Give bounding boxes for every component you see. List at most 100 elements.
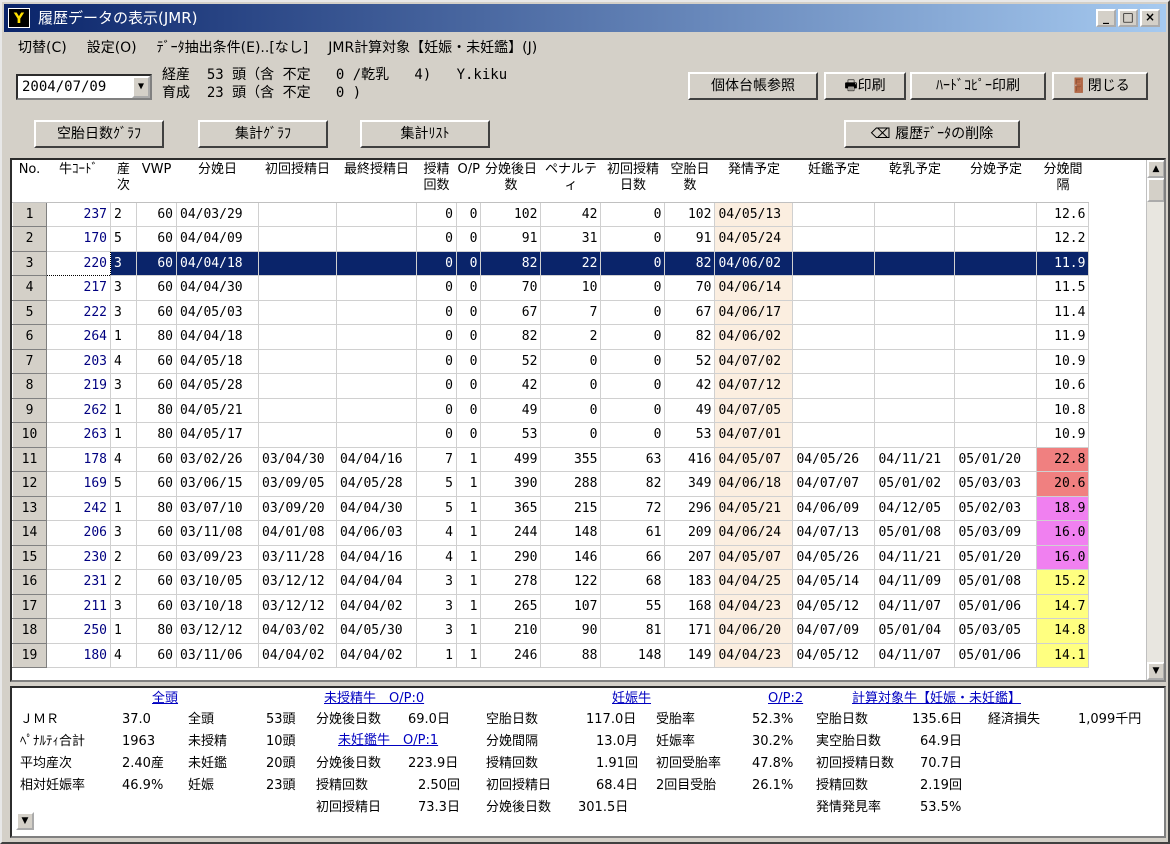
table-cell[interactable]: 0 <box>416 349 457 374</box>
table-row[interactable]: 7 203 4 60 04/05/18 0 0 52 0 0 52 04/07/02 10.9 <box>12 348 1090 374</box>
app-icon[interactable]: Y <box>8 8 30 28</box>
table-cell[interactable]: 82 <box>664 324 716 350</box>
table-cell[interactable] <box>792 398 876 423</box>
table-cell[interactable] <box>258 275 337 301</box>
table-cell[interactable] <box>954 324 1038 350</box>
row-number[interactable]: 14 <box>12 520 47 546</box>
column-header[interactable]: 牛ｺｰﾄﾞ <box>46 160 111 203</box>
column-header[interactable]: 産次 <box>110 160 137 203</box>
table-cell[interactable] <box>258 251 337 276</box>
table-cell[interactable]: 05/02/03 <box>954 496 1038 521</box>
table-cell[interactable] <box>874 300 956 325</box>
cow-code-cell[interactable]: 206 <box>46 520 111 546</box>
table-cell[interactable] <box>874 398 956 423</box>
table-cell[interactable]: 102 <box>480 202 542 227</box>
table-cell[interactable]: 246 <box>480 643 542 668</box>
table-cell[interactable]: 2 <box>110 202 137 227</box>
table-cell[interactable]: 148 <box>600 643 666 668</box>
row-number[interactable]: 6 <box>12 324 47 350</box>
table-cell[interactable]: 04/04/04 <box>336 569 417 595</box>
table-cell[interactable]: 10.6 <box>1036 373 1090 399</box>
row-number[interactable]: 3 <box>12 250 47 276</box>
table-cell[interactable]: 04/05/18 <box>176 349 259 374</box>
table-cell[interactable]: 1 <box>110 324 137 350</box>
table-row[interactable]: 10 263 1 80 04/05/17 0 0 53 0 0 53 04/07/01 10.9 <box>12 422 1090 448</box>
table-cell[interactable] <box>954 202 1038 227</box>
table-cell[interactable]: 14.1 <box>1036 643 1090 668</box>
table-cell[interactable]: 04/05/03 <box>176 300 259 325</box>
table-cell[interactable]: 80 <box>136 422 177 448</box>
table-cell[interactable]: 04/07/12 <box>714 373 794 399</box>
table-cell[interactable]: 0 <box>600 300 666 325</box>
total-list-button[interactable]: 集計ﾘｽﾄ <box>360 120 490 148</box>
table-cell[interactable] <box>336 251 417 276</box>
table-cell[interactable]: 0 <box>456 398 482 423</box>
table-cell[interactable] <box>954 275 1038 301</box>
cow-code-cell[interactable]: 220 <box>46 250 111 276</box>
table-cell[interactable] <box>874 422 956 448</box>
table-cell[interactable]: 04/06/02 <box>714 251 794 276</box>
table-cell[interactable] <box>954 349 1038 374</box>
table-cell[interactable]: 05/01/06 <box>954 643 1038 668</box>
table-cell[interactable]: 0 <box>540 398 602 423</box>
table-cell[interactable]: 72 <box>600 496 666 521</box>
hardcopy-print-button[interactable]: ﾊｰﾄﾞｺﾋﾟｰ印刷 <box>910 72 1046 100</box>
table-cell[interactable]: 209 <box>664 520 716 546</box>
table-cell[interactable]: 31 <box>540 226 602 252</box>
row-number[interactable]: 13 <box>12 495 47 521</box>
table-cell[interactable]: 04/05/28 <box>176 373 259 399</box>
table-cell[interactable]: 04/04/30 <box>176 275 259 301</box>
table-cell[interactable]: 0 <box>600 226 666 252</box>
table-cell[interactable]: 04/03/02 <box>258 618 337 644</box>
menu-settings[interactable]: 設定(O) <box>87 36 137 60</box>
cow-code-cell[interactable]: 250 <box>46 618 111 644</box>
table-cell[interactable]: 70 <box>664 275 716 301</box>
table-cell[interactable]: 04/06/17 <box>714 300 794 325</box>
table-cell[interactable]: 05/01/06 <box>954 594 1038 619</box>
table-cell[interactable] <box>336 349 417 374</box>
table-cell[interactable]: 55 <box>600 594 666 619</box>
table-cell[interactable] <box>874 349 956 374</box>
table-row[interactable]: 14 206 3 60 03/11/08 04/01/08 04/06/03 4 1 244 148… <box>12 520 1090 546</box>
table-row[interactable]: 12 169 5 60 03/06/15 03/09/05 04/05/28 5 1 390 288… <box>12 471 1090 497</box>
cow-code-cell[interactable]: 170 <box>46 226 111 252</box>
column-header[interactable]: 妊鑑予定 <box>792 160 875 203</box>
table-cell[interactable]: 0 <box>600 202 666 227</box>
table-cell[interactable]: 04/07/09 <box>792 618 876 644</box>
table-cell[interactable]: 04/04/23 <box>714 643 794 668</box>
table-cell[interactable]: 49 <box>664 398 716 423</box>
table-cell[interactable]: 4 <box>110 447 137 472</box>
table-cell[interactable]: 14.8 <box>1036 618 1090 644</box>
print-button[interactable]: 🖶印刷 <box>824 72 906 100</box>
cow-code-cell[interactable]: 242 <box>46 496 111 521</box>
close-window-button[interactable]: × <box>1140 9 1160 27</box>
table-cell[interactable]: 1 <box>456 618 482 644</box>
table-cell[interactable]: 0 <box>600 422 666 448</box>
table-cell[interactable]: 05/01/08 <box>954 569 1038 595</box>
table-cell[interactable]: 0 <box>416 398 457 423</box>
table-cell[interactable]: 04/06/18 <box>714 471 794 497</box>
table-cell[interactable] <box>954 226 1038 252</box>
table-cell[interactable]: 03/06/15 <box>176 471 259 497</box>
table-cell[interactable]: 0 <box>456 275 482 301</box>
table-cell[interactable]: 349 <box>664 471 716 497</box>
table-cell[interactable]: 05/01/20 <box>954 545 1038 570</box>
table-cell[interactable]: 4 <box>110 643 137 668</box>
table-cell[interactable]: 10.8 <box>1036 398 1090 423</box>
table-cell[interactable]: 52 <box>480 349 542 374</box>
table-cell[interactable]: 60 <box>136 275 177 301</box>
table-cell[interactable]: 03/10/18 <box>176 594 259 619</box>
table-cell[interactable]: 60 <box>136 349 177 374</box>
table-cell[interactable]: 82 <box>600 471 666 497</box>
table-cell[interactable]: 82 <box>480 324 542 350</box>
table-cell[interactable]: 04/11/21 <box>874 545 956 570</box>
table-cell[interactable]: 04/05/07 <box>714 545 794 570</box>
table-cell[interactable]: 82 <box>664 251 716 276</box>
table-cell[interactable]: 05/03/09 <box>954 520 1038 546</box>
table-cell[interactable]: 04/04/18 <box>176 251 259 276</box>
table-cell[interactable]: 05/01/08 <box>874 520 956 546</box>
table-cell[interactable]: 0 <box>600 275 666 301</box>
row-number[interactable]: 18 <box>12 618 47 644</box>
column-header[interactable]: O/P <box>456 160 481 203</box>
table-cell[interactable]: 365 <box>480 496 542 521</box>
